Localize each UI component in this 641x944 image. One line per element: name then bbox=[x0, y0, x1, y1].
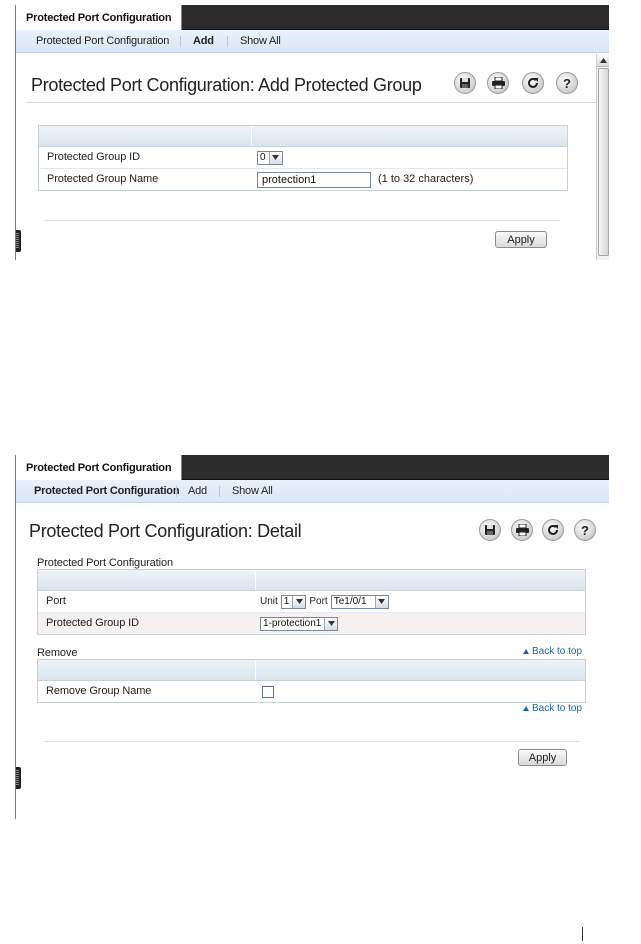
form-divider bbox=[44, 220, 560, 221]
tab-protected-port-configuration[interactable]: Protected Port Configuration bbox=[16, 455, 183, 480]
table-row-group-id: Protected Group ID 1-protection1 bbox=[38, 613, 585, 634]
tab-protected-port-configuration[interactable]: Protected Port Configuration bbox=[16, 5, 183, 30]
unit-select[interactable]: 1 bbox=[280, 594, 307, 609]
help-icon[interactable]: ? bbox=[574, 519, 596, 541]
refresh-icon[interactable] bbox=[542, 519, 564, 541]
page-title: Protected Port Configuration: Detail bbox=[29, 521, 302, 541]
chevron-down-icon bbox=[324, 617, 338, 630]
back-to-top-link[interactable]: Back to top bbox=[523, 703, 582, 714]
remove-section-title: Remove bbox=[37, 647, 78, 659]
remove-group-name-cell bbox=[262, 681, 274, 702]
save-icon[interactable] bbox=[454, 72, 476, 94]
unit-label: Unit bbox=[260, 596, 278, 607]
back-to-top-label: Back to top bbox=[532, 646, 583, 657]
help-icon[interactable]: ? bbox=[556, 72, 578, 94]
table-header bbox=[38, 570, 585, 591]
port-select[interactable]: Te1/0/1 bbox=[330, 594, 389, 609]
print-icon[interactable] bbox=[511, 519, 533, 541]
chevron-down-icon bbox=[268, 151, 282, 164]
arrow-up-icon bbox=[523, 706, 529, 711]
subnav-show-all[interactable]: Show All bbox=[232, 480, 273, 502]
protected-group-id-cell: 0 bbox=[257, 147, 283, 168]
refresh-icon[interactable] bbox=[522, 72, 544, 94]
chevron-down-icon bbox=[374, 595, 388, 608]
subnav-divider bbox=[219, 486, 220, 497]
subnav-protected-port-configuration[interactable]: Protected Port Configuration bbox=[34, 480, 180, 502]
table-row-port: Port Unit 1 Port Te1/0/1 bbox=[38, 591, 585, 613]
scroll-up-icon[interactable] bbox=[597, 54, 609, 67]
add-protected-group-screen: Protected Port Configuration Protected P… bbox=[15, 5, 609, 260]
save-icon[interactable] bbox=[479, 519, 501, 541]
sub-navigation: Protected Port Configuration Add Show Al… bbox=[16, 30, 609, 53]
page-margin-mark bbox=[582, 927, 583, 941]
chevron-down-icon bbox=[292, 595, 306, 608]
panel-resize-handle[interactable] bbox=[16, 230, 21, 252]
protected-group-name-hint: (1 to 32 characters) bbox=[378, 173, 474, 185]
protected-group-id-value: 1-protection1 bbox=[263, 618, 322, 629]
protected-port-config-table: Port Unit 1 Port Te1/0/1 Protected Group… bbox=[37, 569, 586, 635]
protected-group-id-value: 0 bbox=[260, 152, 266, 163]
subnav-divider bbox=[176, 486, 177, 497]
remove-group-name-checkbox[interactable] bbox=[262, 685, 274, 698]
unit-value: 1 bbox=[283, 596, 290, 607]
protected-group-id-label: Protected Group ID bbox=[47, 151, 140, 163]
back-to-top-label: Back to top bbox=[532, 703, 583, 714]
subnav-protected-port-configuration[interactable]: Protected Port Configuration bbox=[36, 30, 169, 52]
form-row-group-id: Protected Group ID 0 bbox=[39, 147, 567, 169]
remove-group-name-label: Remove Group Name bbox=[46, 685, 152, 697]
apply-button[interactable]: Apply bbox=[495, 231, 547, 248]
config-section-title: Protected Port Configuration bbox=[37, 557, 174, 569]
remove-table: Remove Group Name bbox=[37, 659, 586, 703]
port-word-label: Port bbox=[309, 596, 328, 607]
form-header bbox=[39, 126, 567, 147]
scrollbar-thumb[interactable] bbox=[598, 68, 609, 256]
arrow-up-icon bbox=[523, 649, 529, 654]
protected-group-id-label: Protected Group ID bbox=[46, 617, 139, 629]
page-title: Protected Port Configuration: Add Protec… bbox=[31, 75, 422, 95]
protected-group-id-cell: 1-protection1 bbox=[260, 613, 339, 634]
table-row-remove: Remove Group Name bbox=[38, 681, 585, 702]
protected-group-form: Protected Group ID 0 Protected Group Nam… bbox=[38, 125, 568, 191]
detail-screen: Protected Port Configuration Protected P… bbox=[15, 455, 609, 819]
protected-group-id-select[interactable]: 0 bbox=[257, 150, 283, 165]
table-header bbox=[38, 660, 585, 681]
panel-resize-handle[interactable] bbox=[16, 767, 21, 789]
subnav-divider bbox=[180, 36, 181, 47]
port-value: Te1/0/1 bbox=[333, 596, 367, 607]
protected-group-name-label: Protected Group Name bbox=[47, 173, 159, 185]
subnav-add[interactable]: Add bbox=[193, 30, 214, 52]
apply-button[interactable]: Apply bbox=[518, 749, 567, 766]
form-row-group-name: Protected Group Name protection1 (1 to 3… bbox=[39, 169, 567, 190]
subnav-show-all[interactable]: Show All bbox=[240, 30, 281, 52]
port-cell: Unit 1 Port Te1/0/1 bbox=[260, 591, 389, 612]
tab-bar: Protected Port Configuration bbox=[16, 5, 609, 30]
print-icon[interactable] bbox=[487, 72, 509, 94]
tab-bar: Protected Port Configuration bbox=[16, 455, 609, 480]
vertical-scrollbar[interactable] bbox=[596, 54, 609, 260]
title-divider bbox=[26, 102, 596, 103]
port-label: Port bbox=[46, 595, 66, 607]
form-divider bbox=[44, 741, 580, 742]
protected-group-name-input[interactable]: protection1 bbox=[257, 171, 371, 188]
subnav-divider bbox=[227, 36, 228, 47]
protected-group-name-cell: protection1 (1 to 32 characters) bbox=[257, 169, 473, 190]
back-to-top-link[interactable]: Back to top bbox=[523, 646, 582, 657]
subnav-add[interactable]: Add bbox=[188, 480, 207, 502]
sub-navigation: Protected Port Configuration Add Show Al… bbox=[16, 480, 609, 503]
protected-group-id-select[interactable]: 1-protection1 bbox=[260, 616, 339, 631]
